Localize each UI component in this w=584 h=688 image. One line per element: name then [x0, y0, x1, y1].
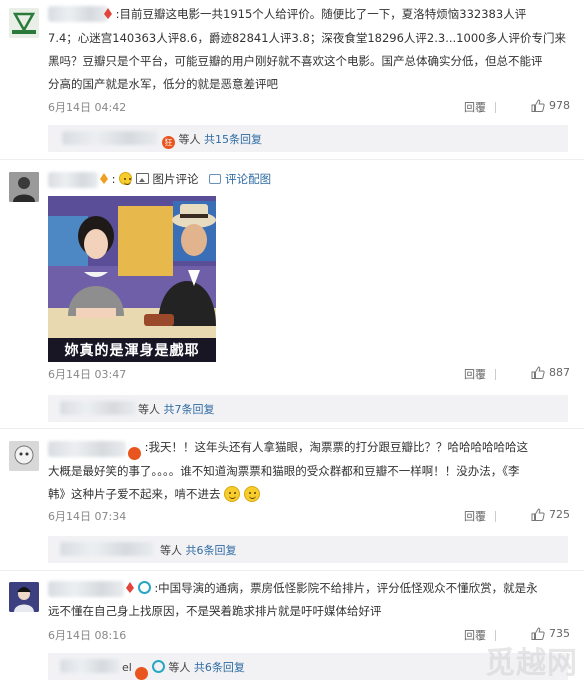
like-count: 978: [549, 99, 570, 112]
sub-reply-users: 等人: [138, 403, 160, 416]
image-comment-label: 图片评论: [152, 172, 199, 186]
comment-image-link[interactable]: 评论配图: [225, 172, 271, 186]
sub-replies-bar[interactable]: 等人 共7条回复: [48, 395, 568, 422]
smile-emoji-icon: [243, 486, 260, 502]
smile-emoji-icon: [224, 486, 241, 502]
comment-text: :我天！！这年头还有人拿猫眼，淘票票的打分跟豆瓣比？？哈哈哈哈哈哈这: [144, 440, 529, 454]
reply-button[interactable]: 回覆: [464, 366, 486, 382]
fire-badge-icon: 狂: [162, 136, 175, 149]
like-button[interactable]: 978: [531, 99, 570, 112]
vip-icon: [104, 5, 112, 19]
reply-count-link[interactable]: 共15条回复: [204, 133, 262, 146]
comment-text: :中国导演的通病，票房低怪影院不给排片，评分低怪观众不懂欣赏，就是永: [154, 581, 538, 595]
thumbs-up-icon: [531, 366, 545, 379]
comment-date: 6月14日 04:42: [48, 101, 127, 114]
thumbs-up-icon: [531, 99, 545, 112]
reply-button[interactable]: 回覆: [464, 508, 486, 524]
smile-emoji-icon: [119, 172, 133, 185]
comment-text-line: 分高的国产就是水军，低分的就是恶意差评吧: [48, 77, 278, 91]
image-icon: [135, 173, 149, 184]
divider: [495, 102, 496, 113]
comment-meta: 6月14日 03:47 回覆 887: [48, 366, 570, 384]
comment-text-line: 韩》这种片子爱不起来，啃不进去: [48, 484, 570, 504]
reply-button[interactable]: 回覆: [464, 627, 486, 643]
reply-button[interactable]: 回覆: [464, 99, 486, 115]
member-badge-icon: [137, 581, 151, 594]
sub-reply-users: 等人: [178, 133, 201, 146]
divider: [495, 369, 496, 380]
sub-reply-users: 等人: [160, 544, 182, 557]
username-blurred[interactable]: [48, 6, 108, 22]
sub-replies-bar[interactable]: 狂 等人 共15条回复: [48, 125, 568, 152]
comment-text-line: 大概是最好笑的事了。。。。谁不知道淘票票和猫眼的受众群都和豆瓣不一样啊！！没办法…: [48, 464, 520, 478]
username-blurred: [60, 542, 154, 556]
comment-divider: [0, 159, 584, 160]
comment-date: 6月14日 08:16: [48, 629, 127, 642]
comment-date: 6月14日 03:47: [48, 368, 127, 381]
member-badge-icon: [151, 660, 165, 673]
comment-text: :目前豆瓣这电影一共1915个人给评价。随便比了一下，夏洛特烦恼332383人评: [104, 4, 570, 24]
comment-meta: 6月14日 04:42 回覆 978: [48, 99, 570, 117]
comment-date: 6月14日 07:34: [48, 510, 127, 523]
thumbs-up-icon: [531, 508, 545, 521]
username-blurred: [60, 659, 120, 673]
comment-divider: [0, 428, 584, 429]
comment-text-line: 7.4；心迷宫140363人评8.6，爵迹82841人评3.8；深夜食堂1829…: [48, 31, 566, 45]
reply-count-link[interactable]: 共7条回复: [164, 403, 215, 416]
fire-badge-icon: .: [135, 667, 149, 680]
divider: [495, 511, 496, 522]
like-count: 725: [549, 508, 570, 521]
username-blurred: [62, 131, 158, 145]
sub-reply-users: 等人: [168, 661, 191, 674]
vip-icon: [126, 579, 134, 593]
reply-count-link[interactable]: 共6条回复: [186, 544, 237, 557]
comment-meta: 6月14日 07:34 回覆 725: [48, 508, 570, 526]
username-blurred[interactable]: [48, 581, 124, 597]
username-blurred: [60, 401, 136, 415]
like-button[interactable]: 725: [531, 508, 570, 521]
comment-image-icon: [209, 174, 222, 184]
avatar[interactable]: [9, 441, 39, 471]
photo-caption: 妳真的是渾身是戲耶: [64, 343, 200, 359]
reply-count-link[interactable]: 共6条回复: [194, 661, 245, 674]
comment-text-line: 远不懂在自己身上找原因，不是哭着跪求排片就是吁吁媒体给好评: [48, 604, 382, 618]
comment-photo[interactable]: 妳真的是渾身是戲耶: [48, 196, 216, 362]
username-blurred[interactable]: [48, 172, 98, 188]
fire-badge-icon: .: [128, 447, 141, 460]
comment-text-line: 黑吗？豆瓣只是个平台，可能豆瓣的用户刚好就不喜欢这个电影。国产总体确实分低，但总…: [48, 54, 543, 68]
sub-replies-bar[interactable]: 等人 共6条回复: [48, 536, 568, 563]
avatar[interactable]: [9, 8, 39, 38]
like-count: 887: [549, 366, 570, 379]
vip-icon: [100, 170, 108, 184]
username-blurred[interactable]: [48, 441, 126, 457]
username-suffix: el: [122, 661, 132, 674]
like-button[interactable]: 887: [531, 366, 570, 379]
avatar[interactable]: [9, 582, 39, 612]
comment-divider: [0, 570, 584, 571]
site-watermark: 觅越网: [485, 646, 578, 681]
avatar[interactable]: [9, 172, 39, 202]
